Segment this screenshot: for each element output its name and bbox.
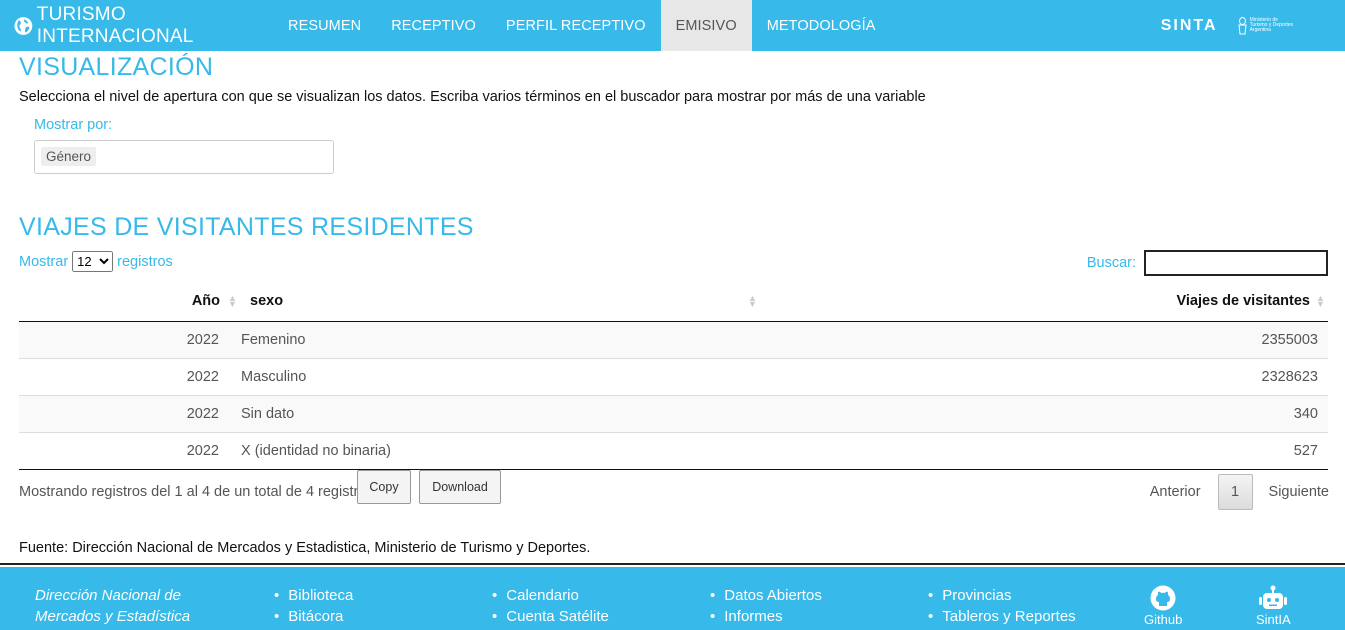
footer: Dirección Nacional de Mercados y Estadís…: [0, 567, 1345, 630]
sort-icon: ▲ ▼: [228, 293, 237, 309]
ministerio-logo: Ministerio de Turismo y Deportes Argenti…: [1238, 16, 1293, 35]
footer-link-tableros[interactable]: Tableros y Reportes: [928, 606, 1075, 627]
table-row[interactable]: 2022 X (identidad no binaria) 527: [19, 431, 1328, 470]
length-prefix: Mostrar: [19, 253, 69, 270]
app-brand[interactable]: TURISMO INTERNACIONAL: [0, 4, 273, 48]
column-header-label: Viajes de visitantes: [1176, 293, 1310, 310]
search-input[interactable]: [1144, 250, 1328, 276]
cell-sexo: Femenino: [238, 320, 760, 358]
github-label: Github: [1144, 612, 1183, 627]
footer-links-col-1: Biblioteca Bitácora: [274, 585, 353, 627]
table-header-row: Año ▲ ▼ sexo ▲ ▼ Viajes de visitantes ▲ ▼: [19, 282, 1328, 322]
page-button-current[interactable]: 1: [1217, 474, 1253, 510]
cell-sexo: Sin dato: [238, 394, 760, 432]
footer-org-line: Dirección Nacional de: [35, 587, 181, 604]
tab-emisivo[interactable]: EMISIVO: [660, 0, 752, 51]
download-button[interactable]: Download: [419, 470, 501, 504]
tab-receptivo[interactable]: RECEPTIVO: [376, 0, 491, 51]
cell-anio: 2022: [19, 394, 238, 432]
cell-viajes: 2328623: [760, 357, 1328, 395]
tab-metodologia[interactable]: METODOLOGÍA: [752, 0, 891, 51]
robot-icon: [1259, 585, 1288, 609]
cell-viajes: 340: [760, 394, 1328, 432]
column-header-sexo[interactable]: sexo ▲ ▼: [238, 282, 760, 322]
sintia-link[interactable]: SintIA: [1256, 585, 1291, 627]
ministerio-logo-icon: [1238, 16, 1247, 34]
footer-link-biblioteca[interactable]: Biblioteca: [274, 585, 353, 606]
app-title: TURISMO INTERNACIONAL: [36, 3, 194, 47]
column-header-label: Año: [191, 293, 220, 310]
tab-resumen[interactable]: RESUMEN: [273, 0, 376, 51]
footer-link-informes[interactable]: Informes: [710, 606, 822, 627]
copy-button[interactable]: Copy: [357, 470, 411, 504]
search-label: Buscar:: [1086, 255, 1136, 271]
previous-page-button[interactable]: Anterior: [1150, 484, 1201, 500]
footer-org: Dirección Nacional de Mercados y Estadís…: [35, 585, 190, 627]
github-icon: [1150, 585, 1176, 611]
column-header-label: sexo: [250, 293, 284, 310]
length-suffix: registros: [117, 253, 173, 270]
footer-link-datos-abiertos[interactable]: Datos Abiertos: [710, 585, 822, 606]
next-page-button[interactable]: Siguiente: [1269, 484, 1329, 500]
cell-anio: 2022: [19, 431, 238, 470]
visualizacion-title: VISUALIZACIÓN: [19, 53, 214, 81]
table-row[interactable]: 2022 Sin dato 340: [19, 394, 1328, 432]
footer-link-bitacora[interactable]: Bitácora: [274, 606, 353, 627]
column-header-viajes[interactable]: Viajes de visitantes ▲ ▼: [760, 282, 1328, 322]
globe-icon: [14, 16, 33, 35]
footer-links-col-4: Provincias Tableros y Reportes: [928, 585, 1076, 627]
sort-icon: ▲ ▼: [1316, 293, 1325, 309]
page-length-control: Mostrar 12 registros: [19, 251, 173, 272]
table-filter: Buscar:: [1087, 250, 1328, 276]
cell-anio: 2022: [19, 357, 238, 395]
cell-viajes: 527: [760, 431, 1328, 470]
cell-anio: 2022: [19, 320, 238, 358]
footer-divider: [0, 563, 1345, 565]
ministerio-line: Argentina: [1249, 27, 1271, 33]
selected-tag[interactable]: Género: [41, 147, 97, 166]
footer-org-line: Mercados y Estadística: [35, 608, 191, 625]
table-info: Mostrando registros del 1 al 4 de un tot…: [19, 484, 374, 500]
tab-perfil-receptivo[interactable]: PERFIL RECEPTIVO: [491, 0, 661, 51]
visualizacion-description: Selecciona el nivel de apertura con que …: [19, 89, 926, 105]
footer-links-col-3: Datos Abiertos Informes: [710, 585, 822, 627]
mostrar-por-select[interactable]: Género: [34, 140, 334, 174]
sinta-logo[interactable]: SINTA: [1161, 17, 1218, 35]
footer-link-provincias[interactable]: Provincias: [928, 585, 1076, 606]
data-table: Año ▲ ▼ sexo ▲ ▼ Viajes de visitantes ▲ ▼ 2…: [19, 282, 1328, 470]
sort-icon: ▲ ▼: [748, 293, 757, 309]
footer-links-col-2: Calendario Cuenta Satélite: [492, 585, 609, 627]
sintia-label: SintIA: [1256, 612, 1291, 627]
cell-sexo: Masculino: [238, 357, 760, 395]
cell-sexo: X (identidad no binaria): [238, 431, 760, 470]
table-row[interactable]: 2022 Masculino 2328623: [19, 357, 1328, 395]
column-header-anio[interactable]: Año ▲ ▼: [19, 282, 238, 322]
footer-link-calendario[interactable]: Calendario: [492, 585, 609, 606]
table-section-title: VIAJES DE VISITANTES RESIDENTES: [19, 213, 474, 241]
footer-link-cuenta-satelite[interactable]: Cuenta Satélite: [492, 606, 609, 627]
top-navbar: TURISMO INTERNACIONAL RESUMEN RECEPTIVO …: [0, 0, 1345, 51]
mostrar-por-label: Mostrar por:: [34, 117, 113, 133]
pagination: Anterior 1 Siguiente: [1150, 474, 1329, 510]
source-note: Fuente: Dirección Nacional de Mercados y…: [19, 540, 591, 556]
table-row[interactable]: 2022 Femenino 2355003: [19, 320, 1328, 358]
page-length-select[interactable]: 12: [72, 251, 114, 272]
github-link[interactable]: Github: [1144, 585, 1182, 627]
cell-viajes: 2355003: [760, 320, 1328, 358]
